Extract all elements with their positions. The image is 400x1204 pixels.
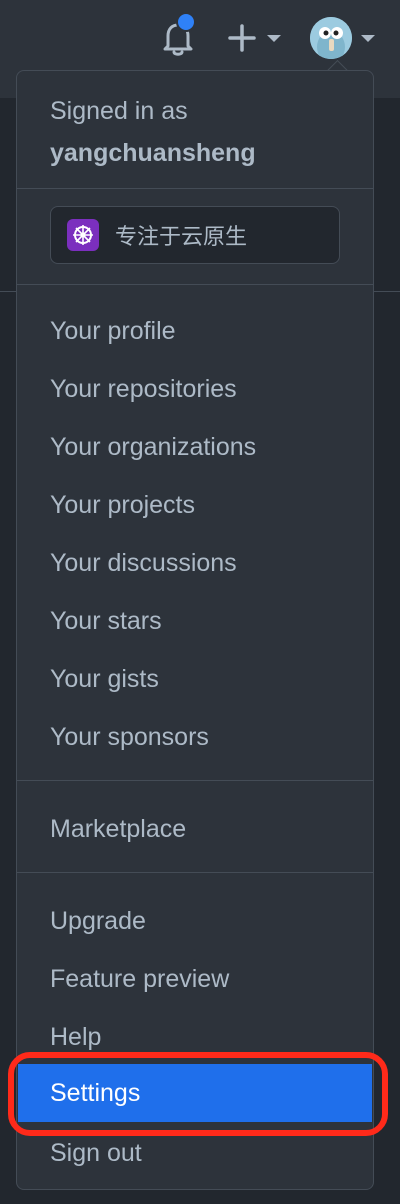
menu-item-your-stars[interactable]: Your stars [50, 606, 162, 636]
plus-icon [228, 24, 256, 52]
menu-item-your-organizations[interactable]: Your organizations [50, 432, 256, 462]
set-status-button[interactable]: 专注于云原生 [50, 206, 340, 264]
menu-divider [17, 284, 373, 285]
menu-item-your-gists[interactable]: Your gists [50, 664, 159, 694]
username: yangchuansheng [50, 139, 256, 167]
menu-item-your-repositories[interactable]: Your repositories [50, 374, 237, 404]
menu-item-help[interactable]: Help [50, 1022, 101, 1052]
menu-item-your-projects[interactable]: Your projects [50, 490, 195, 520]
menu-item-upgrade[interactable]: Upgrade [50, 906, 146, 936]
menu-item-your-discussions[interactable]: Your discussions [50, 548, 237, 578]
create-new-button[interactable] [226, 22, 286, 54]
menu-item-your-sponsors[interactable]: Your sponsors [50, 722, 209, 752]
avatar [310, 17, 352, 59]
status-text: 专注于云原生 [115, 224, 248, 249]
user-menu-button[interactable] [310, 16, 380, 60]
notification-indicator [176, 12, 196, 32]
menu-divider [17, 872, 373, 873]
chevron-down-icon [267, 35, 281, 42]
menu-divider [17, 188, 373, 189]
chevron-down-icon [361, 35, 375, 42]
menu-item-your-profile[interactable]: Your profile [50, 316, 176, 346]
signed-in-label: Signed in as [50, 97, 188, 125]
menu-item-feature-preview[interactable]: Feature preview [50, 964, 229, 994]
kubernetes-wheel-icon [67, 219, 99, 251]
annotation-highlight-ring [8, 1052, 388, 1136]
menu-item-marketplace[interactable]: Marketplace [50, 814, 186, 844]
menu-divider [17, 780, 373, 781]
menu-item-sign-out[interactable]: Sign out [50, 1138, 142, 1168]
